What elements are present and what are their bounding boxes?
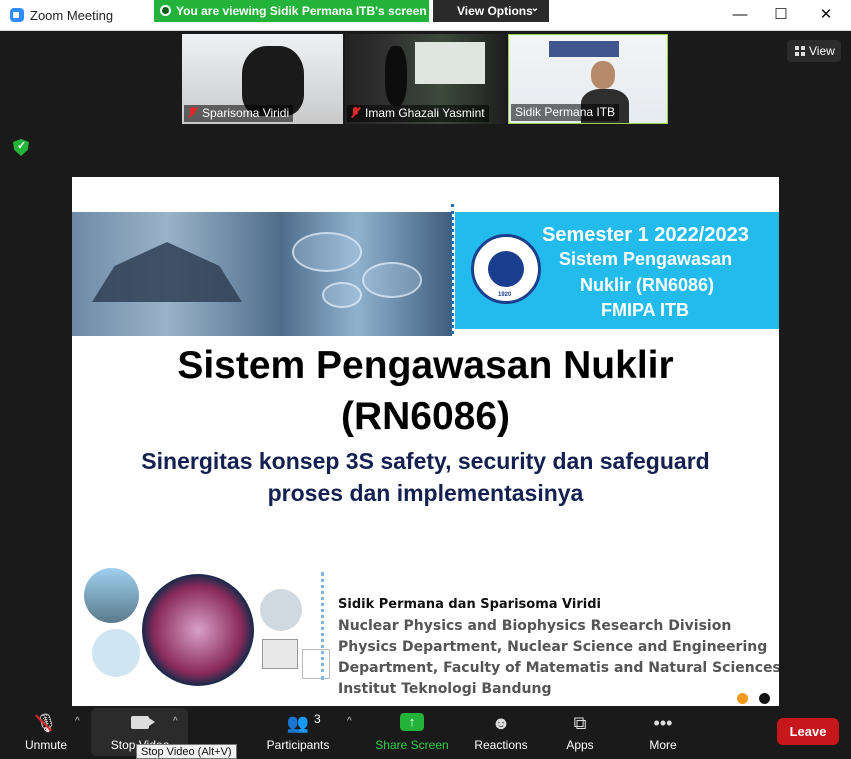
stop-video-tooltip: Stop Video (Alt+V) [136, 744, 237, 759]
video-tile-imam[interactable]: Imam Ghazali Yasmint [345, 34, 506, 124]
video-tile-sidik[interactable]: Sidik Permana ITB [508, 34, 668, 124]
bubble-graphic [322, 282, 362, 308]
share-screen-icon: ↑ [400, 713, 424, 731]
leave-button[interactable]: Leave [777, 718, 839, 745]
audio-options-caret[interactable]: ^ [75, 716, 80, 727]
projected-screen [415, 42, 485, 84]
mic-muted-icon: 🎙 [34, 713, 58, 733]
header-course-name: Sistem Pengawasan [559, 249, 733, 269]
reactions-icon: ☻ [491, 713, 511, 733]
more-button[interactable]: ••• More [640, 706, 686, 759]
header-faculty: FMIPA ITB [601, 300, 689, 320]
participant-name-label: Sparisoma Viridi [184, 105, 294, 122]
participants-count: 3 [314, 712, 321, 726]
mic-muted-icon [188, 107, 197, 118]
course-header-box: 1920 Semester 1 2022/2023 Sistem Pengawa… [455, 212, 779, 329]
view-options-button[interactable]: View Options ⌄ [433, 0, 549, 22]
title-bar: Zoom Meeting You are viewing Sidik Perma… [0, 0, 851, 31]
banner-image [72, 212, 452, 336]
security-shield-icon[interactable] [13, 139, 29, 156]
itb-logo: 1920 [471, 234, 541, 304]
dotted-divider [321, 572, 324, 680]
meeting-toolbar: 🎙 Unmute ^ Stop Video ^ 👥 3 Participants… [0, 706, 851, 759]
participants-options-caret[interactable]: ^ [347, 716, 352, 727]
plasma-sphere-image [142, 574, 254, 686]
header-course-code: Nuklir (RN6086) [580, 275, 715, 295]
mic-muted-icon [351, 107, 360, 118]
window-title: Zoom Meeting [30, 8, 114, 23]
equipment-image [262, 639, 298, 669]
chevron-down-icon: ⌄ [530, 3, 539, 14]
participants-icon: 👥 [286, 713, 310, 733]
video-camera-icon [131, 714, 155, 732]
slide-nav-dot [737, 693, 748, 704]
view-layout-button[interactable]: View [787, 40, 841, 62]
minimize-button[interactable]: — [725, 5, 755, 25]
diagram-image [92, 629, 140, 677]
nuclear-collage-image [82, 564, 332, 689]
slide-nav-dot [759, 693, 770, 704]
apps-icon: ⧉ [573, 713, 587, 733]
header-semester: Semester 1 2022/2023 [542, 224, 749, 246]
bubble-graphic [362, 262, 422, 298]
maximize-button[interactable]: ☐ [766, 5, 796, 25]
slide-subtitle-line2: proses dan implementasinya [267, 480, 584, 506]
close-button[interactable]: ✕ [811, 5, 841, 25]
reactions-button[interactable]: ☻ Reactions [470, 706, 532, 759]
apps-button[interactable]: ⧉ Apps [556, 706, 604, 759]
zoom-meeting-window: Zoom Meeting You are viewing Sidik Perma… [0, 0, 851, 759]
shared-slide: 1920 Semester 1 2022/2023 Sistem Pengawa… [72, 177, 779, 706]
video-tile-sparisoma[interactable]: Sparisoma Viridi [182, 34, 343, 124]
participant-face [591, 61, 615, 89]
logo-year: 1920 [498, 292, 512, 298]
slide-title-line1: Sistem Pengawasan Nuklir [177, 344, 674, 387]
affiliation-line: Nuclear Physics and Biophysics Research … [338, 618, 732, 634]
cooling-tower-image [84, 568, 139, 623]
slide-subtitle-line1: Sinergitas konsep 3S safety, security da… [141, 448, 710, 474]
building-roof-graphic [92, 242, 242, 302]
affiliation-line: Institut Teknologi Bandung [338, 681, 552, 697]
affiliation-line: Department, Faculty of Matematis and Nat… [338, 660, 779, 676]
graph-image [302, 649, 330, 679]
video-options-caret[interactable]: ^ [173, 716, 178, 727]
grid-view-icon [795, 46, 805, 56]
itb-emblem-icon [488, 251, 524, 287]
participant-name-label: Sidik Permana ITB [511, 104, 620, 121]
zoom-logo-icon [10, 8, 24, 22]
lab-image [260, 589, 302, 631]
slide-authors: Sidik Permana dan Sparisoma Viridi [338, 597, 601, 612]
unmute-button[interactable]: 🎙 Unmute [18, 706, 74, 759]
participant-name-label: Imam Ghazali Yasmint [347, 105, 489, 122]
share-banner-text: You are viewing Sidik Permana ITB's scre… [176, 4, 427, 18]
share-screen-button[interactable]: ↑ Share Screen [372, 706, 452, 759]
sharing-indicator-icon [160, 5, 171, 16]
affiliation-line: Physics Department, Nuclear Science and … [338, 639, 768, 655]
screen-share-banner: You are viewing Sidik Permana ITB's scre… [154, 0, 429, 22]
slide-title-line2: (RN6086) [340, 395, 511, 438]
participant-silhouette [385, 46, 407, 106]
bubble-graphic [292, 232, 362, 272]
dotted-divider [451, 204, 454, 334]
view-options-label: View Options [457, 4, 533, 18]
participants-button[interactable]: 👥 3 Participants [260, 706, 336, 759]
backdrop-banner [549, 41, 619, 57]
more-icon: ••• [653, 713, 673, 733]
